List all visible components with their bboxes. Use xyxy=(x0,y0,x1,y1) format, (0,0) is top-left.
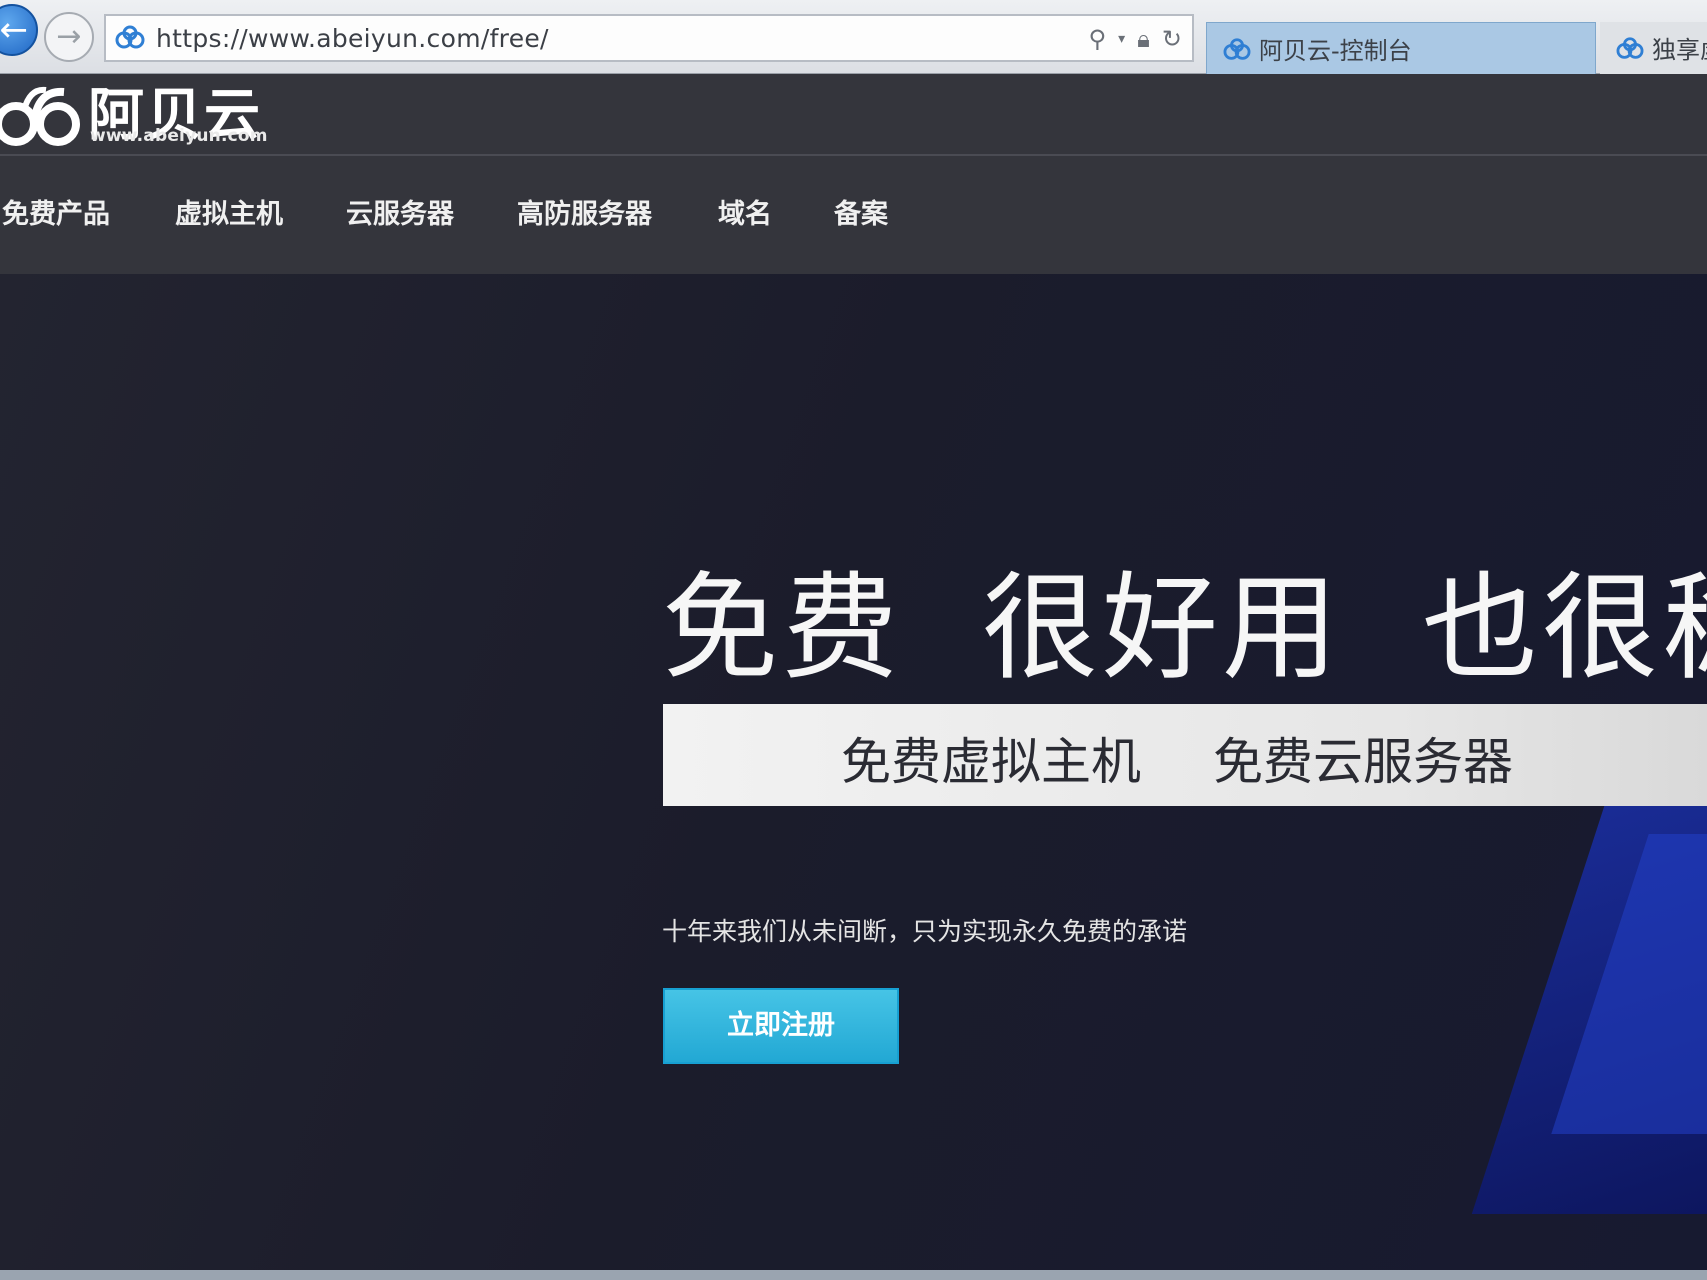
product-free-cloud-server[interactable]: 免费云服务器 xyxy=(1213,722,1513,794)
nav-item-cloud-server[interactable]: 云服务器 xyxy=(346,192,454,231)
headline-part: 免费 xyxy=(662,564,902,694)
nav-item-icp-filing[interactable]: 备案 xyxy=(834,192,888,231)
headline-part: 也很稳定 xyxy=(1422,564,1707,694)
address-bar[interactable]: https://www.abeiyun.com/free/ ⚲ ▾ 🔒︎ ↻ xyxy=(104,14,1194,62)
tab-dedicated[interactable]: 独享虚 xyxy=(1600,22,1707,74)
forward-arrow-icon[interactable]: → xyxy=(44,12,94,62)
address-actions: ⚲ ▾ 🔒︎ ↻ xyxy=(1089,22,1183,56)
header-divider xyxy=(0,154,1707,156)
product-band: 免费虚拟主机 免费云服务器 xyxy=(663,704,1707,806)
abeiyun-logo-icon xyxy=(0,86,80,146)
logo-domain: www.abeiyun.com xyxy=(90,126,268,146)
refresh-icon[interactable]: ↻ xyxy=(1162,25,1182,53)
url-text[interactable]: https://www.abeiyun.com/free/ xyxy=(156,24,549,53)
tab-console[interactable]: 阿贝云-控制台 xyxy=(1206,22,1596,74)
back-arrow-icon[interactable]: ← xyxy=(0,4,38,56)
abeiyun-cloud-icon xyxy=(1223,38,1251,60)
screen-bezel xyxy=(0,1270,1707,1280)
nav-item-domain[interactable]: 域名 xyxy=(718,192,772,231)
lock-icon[interactable]: 🔒︎ xyxy=(1137,25,1150,53)
headline-part: 很好用 xyxy=(982,564,1342,694)
abeiyun-cloud-icon xyxy=(1616,37,1644,59)
nav-item-ddos-server[interactable]: 高防服务器 xyxy=(517,192,652,231)
tab-label: 独享虚 xyxy=(1652,36,1707,64)
main-nav: 免费产品 虚拟主机 云服务器 高防服务器 域名 备案 xyxy=(0,192,1200,238)
hero-subtitle: 十年来我们从未间断，只为实现永久免费的承诺 xyxy=(662,917,1188,946)
product-free-virtual-host[interactable]: 免费虚拟主机 xyxy=(841,722,1141,794)
site-logo[interactable]: 阿贝云 www.abeiyun.com xyxy=(0,74,274,154)
site-header: 阿贝云 www.abeiyun.com 免费产品 虚拟主机 云服务器 高防服务器… xyxy=(0,74,1707,274)
tab-label: 阿贝云-控制台 xyxy=(1259,37,1412,65)
register-button[interactable]: 立即注册 xyxy=(663,988,899,1064)
nav-item-free-products[interactable]: 免费产品 xyxy=(2,192,110,231)
dropdown-icon[interactable]: ▾ xyxy=(1118,31,1125,47)
nav-item-virtual-host[interactable]: 虚拟主机 xyxy=(175,192,283,231)
browser-toolbar: ← → https://www.abeiyun.com/free/ ⚲ ▾ 🔒︎… xyxy=(0,0,1707,74)
abeiyun-cloud-icon xyxy=(115,25,145,49)
hero-headline: 免费很好用也很稳定 xyxy=(662,564,1707,694)
search-icon[interactable]: ⚲ xyxy=(1089,25,1107,53)
hero-section: 免费很好用也很稳定 免费虚拟主机 免费云服务器 十年来我们从未间断，只为实现永久… xyxy=(0,274,1707,1280)
